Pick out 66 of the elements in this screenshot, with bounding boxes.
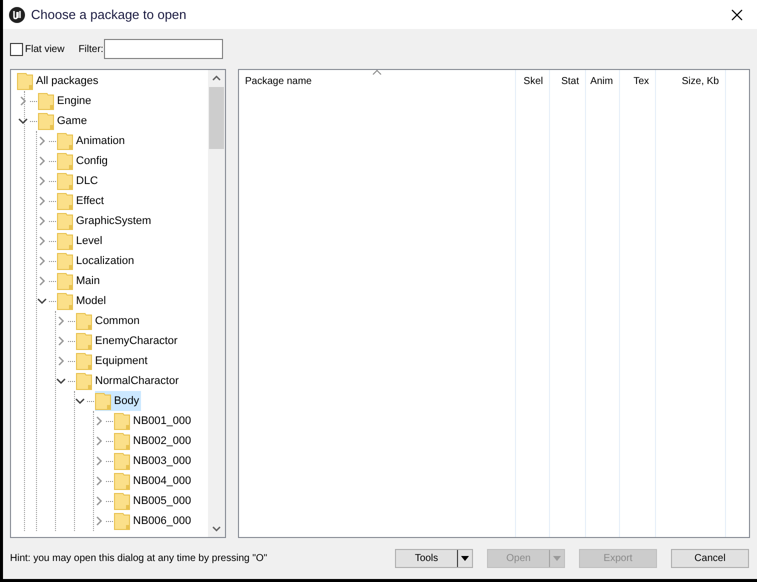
folder-icon bbox=[38, 92, 54, 110]
folder-icon bbox=[57, 192, 73, 210]
tree-item[interactable]: Engine bbox=[38, 91, 94, 111]
folder-icon bbox=[114, 452, 130, 470]
tree-item[interactable]: Equipment bbox=[76, 351, 150, 371]
folder-icon bbox=[95, 392, 111, 410]
tree-item[interactable]: NormalCharactor bbox=[76, 371, 181, 391]
app-logo-icon bbox=[9, 6, 25, 22]
folder-icon bbox=[114, 472, 130, 490]
tree-item[interactable]: Main bbox=[57, 271, 102, 291]
folder-icon bbox=[38, 112, 54, 130]
column-header[interactable]: Anim bbox=[586, 70, 619, 92]
folder-icon bbox=[17, 72, 33, 90]
tree-item[interactable]: NB006_000 bbox=[114, 511, 194, 531]
tree-item[interactable]: NB001_000 bbox=[114, 411, 194, 431]
folder-icon bbox=[76, 352, 92, 370]
folder-icon bbox=[57, 152, 73, 170]
column-header[interactable]: Package name bbox=[239, 70, 515, 92]
scrollbar[interactable] bbox=[208, 70, 225, 537]
tree-item[interactable]: Model bbox=[57, 291, 108, 311]
close-icon bbox=[731, 8, 743, 20]
tree-item[interactable]: Localization bbox=[57, 251, 136, 271]
folder-icon bbox=[57, 272, 73, 290]
folder-icon bbox=[57, 132, 73, 150]
filter-label: Filter: bbox=[78, 42, 104, 56]
tree-item[interactable]: NB004_000 bbox=[114, 471, 194, 491]
tree-item[interactable]: NB003_000 bbox=[114, 451, 194, 471]
tree-item[interactable]: NB002_000 bbox=[114, 431, 194, 451]
folder-icon bbox=[114, 492, 130, 510]
flat-view-label: Flat view bbox=[25, 42, 64, 56]
column-header[interactable]: Skel bbox=[516, 70, 549, 92]
tree-item[interactable]: GraphicSystem bbox=[57, 211, 154, 231]
tree-item[interactable]: Config bbox=[57, 151, 110, 171]
filter-field[interactable] bbox=[104, 39, 224, 59]
folder-icon bbox=[76, 372, 92, 390]
folder-icon bbox=[76, 312, 92, 330]
folder-icon bbox=[114, 432, 130, 450]
dropdown-arrow-icon bbox=[458, 554, 472, 562]
dropdown-arrow-icon bbox=[550, 554, 564, 562]
folder-icon bbox=[57, 212, 73, 230]
column-header[interactable]: Size, Kb bbox=[656, 70, 725, 92]
window-title: Choose a package to open bbox=[31, 6, 186, 24]
tree-item[interactable]: Animation bbox=[57, 131, 127, 151]
tree-item[interactable]: EnemyCharactor bbox=[76, 331, 180, 351]
tree-item[interactable]: Game bbox=[38, 111, 89, 131]
hint-text: Hint: you may open this dialog at any time by pressing "O" bbox=[10, 552, 268, 566]
tree-item[interactable]: Common bbox=[76, 311, 142, 331]
folder-icon bbox=[57, 172, 73, 190]
tree-item[interactable]: Effect bbox=[57, 191, 106, 211]
tree-item[interactable]: Level bbox=[57, 231, 104, 251]
dialog-button[interactable]: Cancel bbox=[671, 548, 749, 568]
scrollbar-thumb[interactable] bbox=[209, 87, 224, 149]
dialog-button[interactable]: Tools bbox=[395, 548, 473, 568]
folder-icon bbox=[57, 292, 73, 310]
tree-item[interactable]: Body bbox=[95, 391, 142, 411]
folder-icon bbox=[114, 512, 130, 530]
tree-item[interactable]: All packages bbox=[17, 71, 100, 91]
folder-icon bbox=[57, 252, 73, 270]
column-header[interactable]: Tex bbox=[620, 70, 655, 92]
folder-icon bbox=[114, 412, 130, 430]
folder-icon bbox=[57, 232, 73, 250]
folder-icon bbox=[76, 332, 92, 350]
column-header[interactable]: Stat bbox=[550, 70, 585, 92]
tree-item[interactable]: DLC bbox=[57, 171, 100, 191]
flat-view-checkbox[interactable] bbox=[10, 42, 23, 56]
tree-item[interactable]: NB005_000 bbox=[114, 491, 194, 511]
